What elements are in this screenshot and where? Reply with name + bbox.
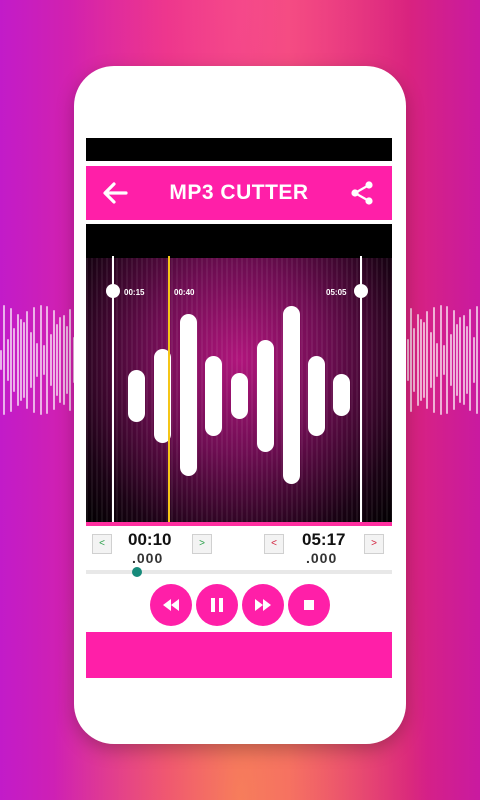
background-wave-line: [52, 310, 55, 410]
playhead-label: 00:40: [174, 288, 195, 297]
background-wave-line: [62, 315, 65, 405]
app-title: MP3 CUTTER: [169, 181, 309, 204]
app-screen: MP3 CUTTER 00:15 00:40 05:05 < 00:10 .00…: [86, 138, 392, 678]
start-increase-button[interactable]: >: [192, 534, 212, 554]
background-wave-line: [23, 322, 26, 398]
background-wave-line: [59, 317, 62, 403]
background-wave-line: [469, 309, 472, 411]
fast-forward-icon: [255, 599, 271, 611]
background-wave-line: [0, 350, 2, 370]
background-wave-line: [16, 314, 19, 406]
background-wave-line: [36, 343, 39, 377]
background-wave-line: [462, 315, 465, 405]
seek-bar-knob[interactable]: [132, 567, 142, 577]
background-wave-line: [3, 305, 6, 415]
background-wave-line: [446, 306, 449, 414]
background-wave-line: [29, 332, 32, 388]
background-waveform-left: [0, 300, 80, 420]
background-wave-line: [19, 318, 22, 402]
background-wave-line: [39, 305, 42, 415]
waveform-bar: [283, 306, 300, 484]
background-wave-line: [452, 310, 455, 410]
waveform-bar: [257, 340, 274, 452]
share-icon[interactable]: [348, 179, 376, 207]
status-bar: [86, 138, 392, 161]
rewind-icon: [163, 599, 179, 611]
start-marker-label: 00:15: [124, 288, 145, 297]
waveform-bottom-border: [86, 522, 392, 526]
background-waveform-right: [400, 300, 480, 420]
background-wave-line: [475, 305, 478, 415]
rewind-button[interactable]: [150, 584, 192, 626]
waveform-view[interactable]: [86, 224, 392, 526]
waveform-bar: [180, 314, 197, 476]
stop-icon: [304, 600, 314, 610]
background-wave-line: [6, 338, 9, 382]
selection-controls: < 00:10 .000 > < 05:17 .000 >: [86, 528, 392, 570]
end-decrease-button[interactable]: <: [264, 534, 284, 554]
playback-controls: [86, 578, 392, 632]
background-wave-line: [409, 308, 412, 412]
background-wave-line: [429, 332, 432, 388]
end-ms: .000: [306, 550, 338, 566]
app-toolbar: MP3 CUTTER: [86, 166, 392, 220]
background-wave-line: [42, 345, 45, 375]
waveform-bar: [333, 374, 350, 416]
stop-button[interactable]: [288, 584, 330, 626]
background-wave-line: [413, 327, 416, 393]
background-wave-line: [46, 306, 49, 414]
waveform-bar: [205, 356, 222, 436]
end-time: 05:17: [302, 530, 346, 549]
background-wave-line: [13, 327, 16, 393]
pause-button[interactable]: [196, 584, 238, 626]
background-wave-line: [472, 336, 475, 384]
background-wave-line: [456, 323, 459, 397]
start-time: 00:10: [128, 530, 172, 549]
background-wave-line: [459, 317, 462, 403]
waveform-header: [86, 224, 392, 258]
end-marker-handle[interactable]: [354, 284, 368, 298]
background-wave-line: [419, 318, 422, 402]
background-wave-line: [426, 311, 429, 409]
background-wave-line: [56, 323, 59, 397]
background-wave-line: [406, 338, 409, 382]
background-wave-line: [33, 306, 35, 414]
waveform-bar: [308, 356, 325, 436]
start-marker-handle[interactable]: [106, 284, 120, 298]
waveform-bar: [128, 370, 145, 422]
background-wave-line: [423, 322, 426, 398]
background-wave-line: [466, 326, 468, 394]
background-wave-line: [449, 333, 452, 387]
background-wave-line: [433, 306, 435, 414]
start-decrease-button[interactable]: <: [92, 534, 112, 554]
end-increase-button[interactable]: >: [364, 534, 384, 554]
pause-icon: [211, 598, 223, 612]
background-wave-line: [49, 333, 52, 387]
start-ms: .000: [132, 550, 164, 566]
background-wave-line: [442, 345, 445, 375]
playhead-line[interactable]: [168, 256, 170, 526]
end-marker-label: 05:05: [326, 288, 347, 297]
background-wave-line: [416, 314, 419, 406]
fast-forward-button[interactable]: [242, 584, 284, 626]
background-wave-line: [439, 305, 442, 415]
background-wave-line: [9, 308, 12, 412]
background-wave-line: [69, 309, 72, 411]
background-wave-line: [66, 326, 68, 394]
waveform-bar: [231, 373, 248, 419]
background-wave-line: [436, 343, 439, 377]
background-wave-line: [26, 311, 29, 409]
bottom-banner: [86, 632, 392, 678]
